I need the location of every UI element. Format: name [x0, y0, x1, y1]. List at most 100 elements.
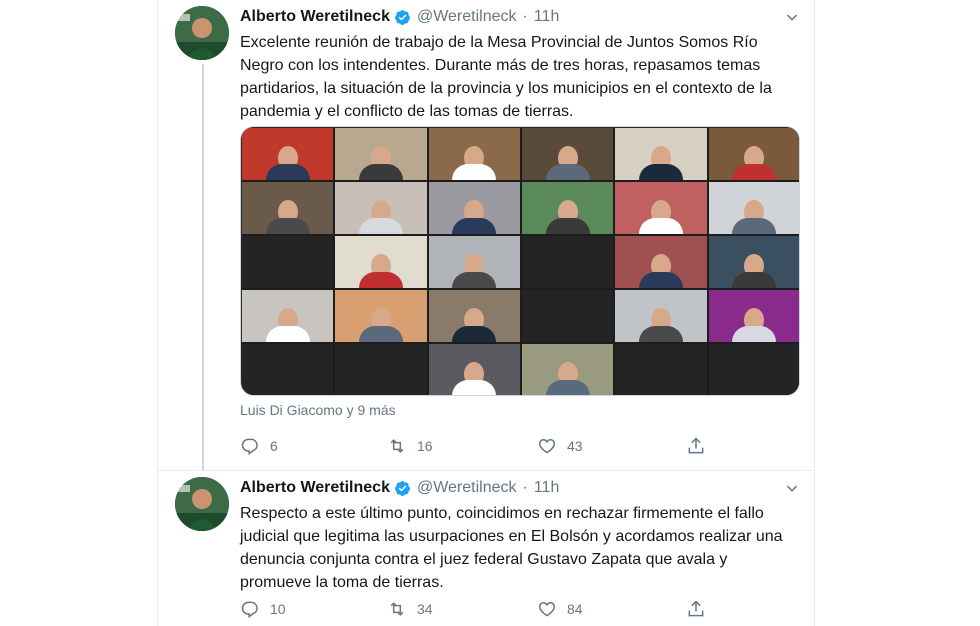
participant-tile: [428, 290, 520, 342]
participant-tile: [708, 128, 799, 180]
timestamp[interactable]: 11h: [534, 8, 560, 26]
reply-count: 10: [270, 601, 286, 617]
tweet-header: Alberto Weretilneck @Weretilneck · 11h: [240, 6, 800, 28]
participant-body: [452, 272, 497, 288]
author-name[interactable]: Alberto Weretilneck: [240, 8, 390, 26]
participant-tile: [428, 236, 520, 288]
participant-tile: [428, 344, 520, 395]
separator-dot: ·: [522, 479, 528, 496]
participant-tile: [242, 128, 334, 180]
retweet-count: 34: [417, 601, 433, 617]
timestamp[interactable]: 11h: [534, 479, 560, 497]
heart-icon: [538, 438, 556, 454]
like-count: 43: [567, 438, 583, 454]
reply-button[interactable]: 10: [240, 597, 286, 621]
participant-tile: [242, 344, 334, 395]
share-button[interactable]: [686, 597, 706, 621]
video-call-grid: [242, 128, 799, 395]
author-handle[interactable]: @Weretilneck: [417, 8, 517, 26]
participant-tile: [708, 290, 799, 342]
tweet-text: Respecto a este último punto, coincidimo…: [240, 505, 783, 591]
verified-badge-icon: [395, 9, 410, 25]
participant-tile: [615, 344, 707, 395]
tweet-header: Alberto Weretilneck @Weretilneck · 11h: [240, 477, 800, 499]
participant-body: [638, 164, 683, 180]
tweet-1[interactable]: Alberto Weretilneck @Weretilneck · 11h E…: [158, 0, 814, 470]
participant-body: [452, 218, 497, 234]
chevron-down-icon[interactable]: [784, 480, 800, 496]
participant-tile: [242, 236, 334, 288]
like-button[interactable]: 84: [537, 597, 583, 621]
participant-tile: [708, 344, 799, 395]
participant-tile: [242, 290, 334, 342]
avatar[interactable]: [175, 6, 229, 60]
retweet-count: 16: [417, 438, 433, 454]
participant-body: [358, 164, 403, 180]
participant-body: [452, 164, 497, 180]
participant-body: [265, 164, 310, 180]
retweet-button[interactable]: 16: [387, 434, 433, 458]
timeline: Alberto Weretilneck @Weretilneck · 11h E…: [157, 0, 815, 626]
participant-tile: [522, 236, 614, 288]
participant-body: [452, 326, 497, 342]
like-button[interactable]: 43: [537, 434, 583, 458]
participant-tile: [708, 236, 799, 288]
participant-tile: [615, 290, 707, 342]
participant-tile: [522, 128, 614, 180]
share-button[interactable]: [686, 434, 706, 458]
participant-body: [732, 326, 777, 342]
separator-dot: ·: [522, 8, 528, 25]
like-count: 84: [567, 601, 583, 617]
participant-tile: [335, 236, 427, 288]
participant-tile: [522, 344, 614, 395]
participant-tile: [242, 182, 334, 234]
participant-body: [638, 218, 683, 234]
participant-tile: [615, 128, 707, 180]
reply-count: 6: [270, 438, 278, 454]
participant-tile: [522, 182, 614, 234]
participant-body: [545, 164, 590, 180]
participant-body: [358, 326, 403, 342]
retweet-button[interactable]: 34: [387, 597, 433, 621]
avatar[interactable]: [175, 477, 229, 531]
reply-icon: [241, 601, 258, 618]
participant-tile: [335, 182, 427, 234]
participant-body: [638, 326, 683, 342]
participant-body: [358, 272, 403, 288]
participant-tile: [522, 290, 614, 342]
participant-body: [732, 218, 777, 234]
participant-body: [638, 272, 683, 288]
participant-body: [452, 380, 497, 395]
tweet-text: Excelente reunión de trabajo de la Mesa …: [240, 34, 772, 120]
participant-tile: [708, 182, 799, 234]
verified-badge-icon: [395, 480, 410, 496]
retweet-icon: [390, 439, 404, 453]
author-name[interactable]: Alberto Weretilneck: [240, 479, 390, 497]
reply-button[interactable]: 6: [240, 434, 278, 458]
participant-tile: [428, 128, 520, 180]
tweet-2[interactable]: Alberto Weretilneck @Weretilneck · 11h R…: [158, 470, 814, 626]
participant-tile: [615, 236, 707, 288]
participant-body: [732, 272, 777, 288]
participant-body: [545, 380, 590, 395]
tweet-actions: 6 16 43: [240, 434, 720, 458]
tagged-users[interactable]: Luis Di Giacomo y 9 más: [240, 402, 396, 418]
author-handle[interactable]: @Weretilneck: [417, 479, 517, 497]
share-icon: [688, 600, 704, 617]
share-icon: [688, 437, 704, 454]
participant-body: [545, 218, 590, 234]
chevron-down-icon[interactable]: [784, 9, 800, 25]
participant-body: [732, 164, 777, 180]
participant-tile: [335, 344, 427, 395]
participant-tile: [335, 128, 427, 180]
participant-tile: [428, 182, 520, 234]
participant-body: [265, 326, 310, 342]
heart-icon: [538, 601, 556, 617]
participant-tile: [335, 290, 427, 342]
tweet-actions: 10 34 84: [240, 597, 720, 621]
participant-body: [265, 218, 310, 234]
tweet-image[interactable]: [240, 126, 800, 396]
participant-body: [358, 218, 403, 234]
retweet-icon: [390, 602, 404, 616]
participant-tile: [615, 182, 707, 234]
